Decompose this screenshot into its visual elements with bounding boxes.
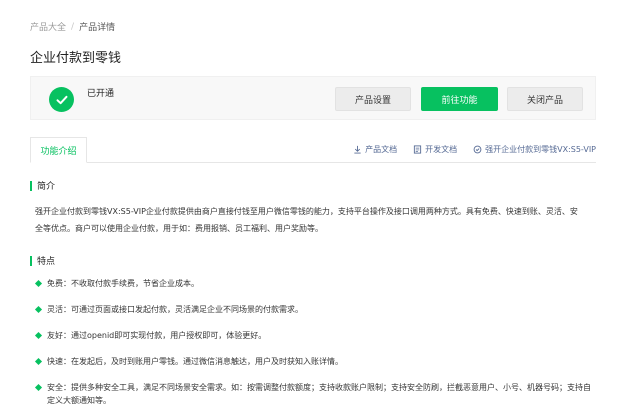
go-to-feature-button[interactable]: 前往功能 bbox=[421, 87, 498, 111]
dev-docs-link[interactable]: 开发文档 bbox=[413, 144, 457, 155]
doc-links: 产品文档 开发文档 强开企业付款到零钱VX:S5-VIP bbox=[337, 144, 596, 155]
chat-bubble-icon bbox=[473, 145, 482, 154]
diamond-bullet-icon bbox=[34, 383, 43, 392]
feature-text: 快速：在发起后，及时到账用户零钱。通过微信消息触达，用户及时获知入账详情。 bbox=[47, 357, 343, 366]
page-title: 企业付款到零钱 bbox=[30, 51, 122, 66]
list-item: 免费：不收取付款手续费，节省企业成本。 bbox=[34, 277, 595, 303]
diamond-bullet-icon bbox=[34, 357, 43, 366]
diamond-bullet-icon bbox=[34, 331, 43, 340]
breadcrumb-root[interactable]: 产品大全 bbox=[30, 20, 66, 33]
product-docs-link[interactable]: 产品文档 bbox=[353, 144, 397, 155]
product-settings-button[interactable]: 产品设置 bbox=[335, 87, 411, 111]
close-product-button[interactable]: 关闭产品 bbox=[507, 87, 583, 111]
product-docs-label: 产品文档 bbox=[365, 145, 398, 154]
section-marker bbox=[30, 255, 32, 266]
document-icon bbox=[414, 145, 422, 154]
status-text: 已开通 bbox=[87, 89, 115, 99]
intro-heading: 简介 bbox=[30, 179, 55, 192]
download-icon bbox=[354, 145, 361, 154]
feature-text: 安全：提供多种安全工具，满足不同场景安全需求。如：按需调整付款额度；支持收款账户… bbox=[47, 383, 591, 405]
vip-link[interactable]: 强开企业付款到零钱VX:S5-VIP bbox=[473, 144, 596, 155]
status-card: 已开通 产品设置 前往功能 关闭产品 bbox=[30, 76, 596, 120]
list-item: 快速：在发起后，及时到账用户零钱。通过微信消息触达，用户及时获知入账详情。 bbox=[34, 355, 595, 381]
diamond-bullet-icon bbox=[34, 305, 43, 314]
list-item: 安全：提供多种安全工具，满足不同场景安全需求。如：按需调整付款额度；支持收款账户… bbox=[34, 381, 595, 407]
feature-text: 友好：通过openid即可实现付款，用户授权即可，体验更好。 bbox=[47, 331, 267, 340]
diamond-bullet-icon bbox=[34, 279, 43, 288]
check-icon bbox=[49, 87, 74, 112]
list-item: 友好：通过openid即可实现付款，用户授权即可，体验更好。 bbox=[34, 329, 595, 355]
feature-text: 免费：不收取付款手续费，节省企业成本。 bbox=[47, 279, 199, 288]
breadcrumb-current: 产品详情 bbox=[79, 23, 116, 33]
features-heading: 特点 bbox=[30, 254, 55, 267]
dev-docs-label: 开发文档 bbox=[425, 145, 458, 154]
intro-text: 强开企业付款到零钱VX:S5-VIP企业付款提供由商户直接付钱至用户微信零钱的能… bbox=[35, 207, 578, 233]
tab-bar: 功能介绍 产品文档 开发文档 强开企业付款到零钱VX:S5-VIP bbox=[30, 137, 596, 163]
tab-feature-intro[interactable]: 功能介绍 bbox=[30, 137, 87, 163]
feature-list: 免费：不收取付款手续费，节省企业成本。 灵活：可通过页面或接口发起付款，灵活满足… bbox=[34, 277, 595, 407]
breadcrumb-separator: / bbox=[71, 21, 75, 32]
vip-link-label: 强开企业付款到零钱VX:S5-VIP bbox=[485, 145, 596, 154]
section-marker bbox=[30, 180, 32, 191]
features-title: 特点 bbox=[37, 257, 56, 267]
list-item: 灵活：可通过页面或接口发起付款，灵活满足企业不同场景的付款需求。 bbox=[34, 303, 595, 329]
breadcrumb: 产品大全 / 产品详情 bbox=[30, 20, 116, 34]
intro-title: 简介 bbox=[37, 182, 56, 192]
feature-text: 灵活：可通过页面或接口发起付款，灵活满足企业不同场景的付款需求。 bbox=[47, 305, 303, 314]
